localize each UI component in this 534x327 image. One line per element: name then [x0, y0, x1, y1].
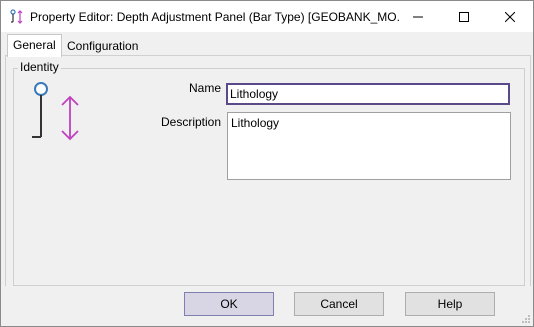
maximize-icon: [459, 11, 469, 22]
identity-group-label: Identity: [18, 60, 61, 74]
tab-strip: General Configuration: [1, 32, 533, 57]
description-field[interactable]: Lithology: [227, 112, 511, 180]
resize-grip-icon[interactable]: [521, 314, 531, 324]
help-button[interactable]: Help: [405, 292, 495, 316]
tab-configuration[interactable]: Configuration: [62, 36, 143, 56]
ok-button[interactable]: OK: [184, 292, 274, 316]
property-editor-window: Property Editor: Depth Adjustment Panel …: [0, 0, 534, 327]
description-label: Description: [161, 115, 222, 129]
minimize-icon: [413, 16, 423, 17]
title-bar[interactable]: Property Editor: Depth Adjustment Panel …: [1, 1, 533, 32]
close-button[interactable]: [487, 1, 533, 32]
depth-adjustment-panel-icon: [26, 81, 86, 145]
cancel-button[interactable]: Cancel: [294, 292, 384, 316]
button-bar: OK Cancel Help: [1, 286, 533, 326]
minimize-button[interactable]: [395, 1, 441, 32]
maximize-button[interactable]: [441, 1, 487, 32]
window-title: Property Editor: Depth Adjustment Panel …: [30, 10, 400, 24]
close-icon: [505, 11, 515, 22]
tab-general[interactable]: General: [7, 34, 62, 57]
name-label: Name: [189, 81, 222, 95]
depth-adjust-icon: [9, 9, 25, 25]
name-field[interactable]: [226, 83, 510, 105]
